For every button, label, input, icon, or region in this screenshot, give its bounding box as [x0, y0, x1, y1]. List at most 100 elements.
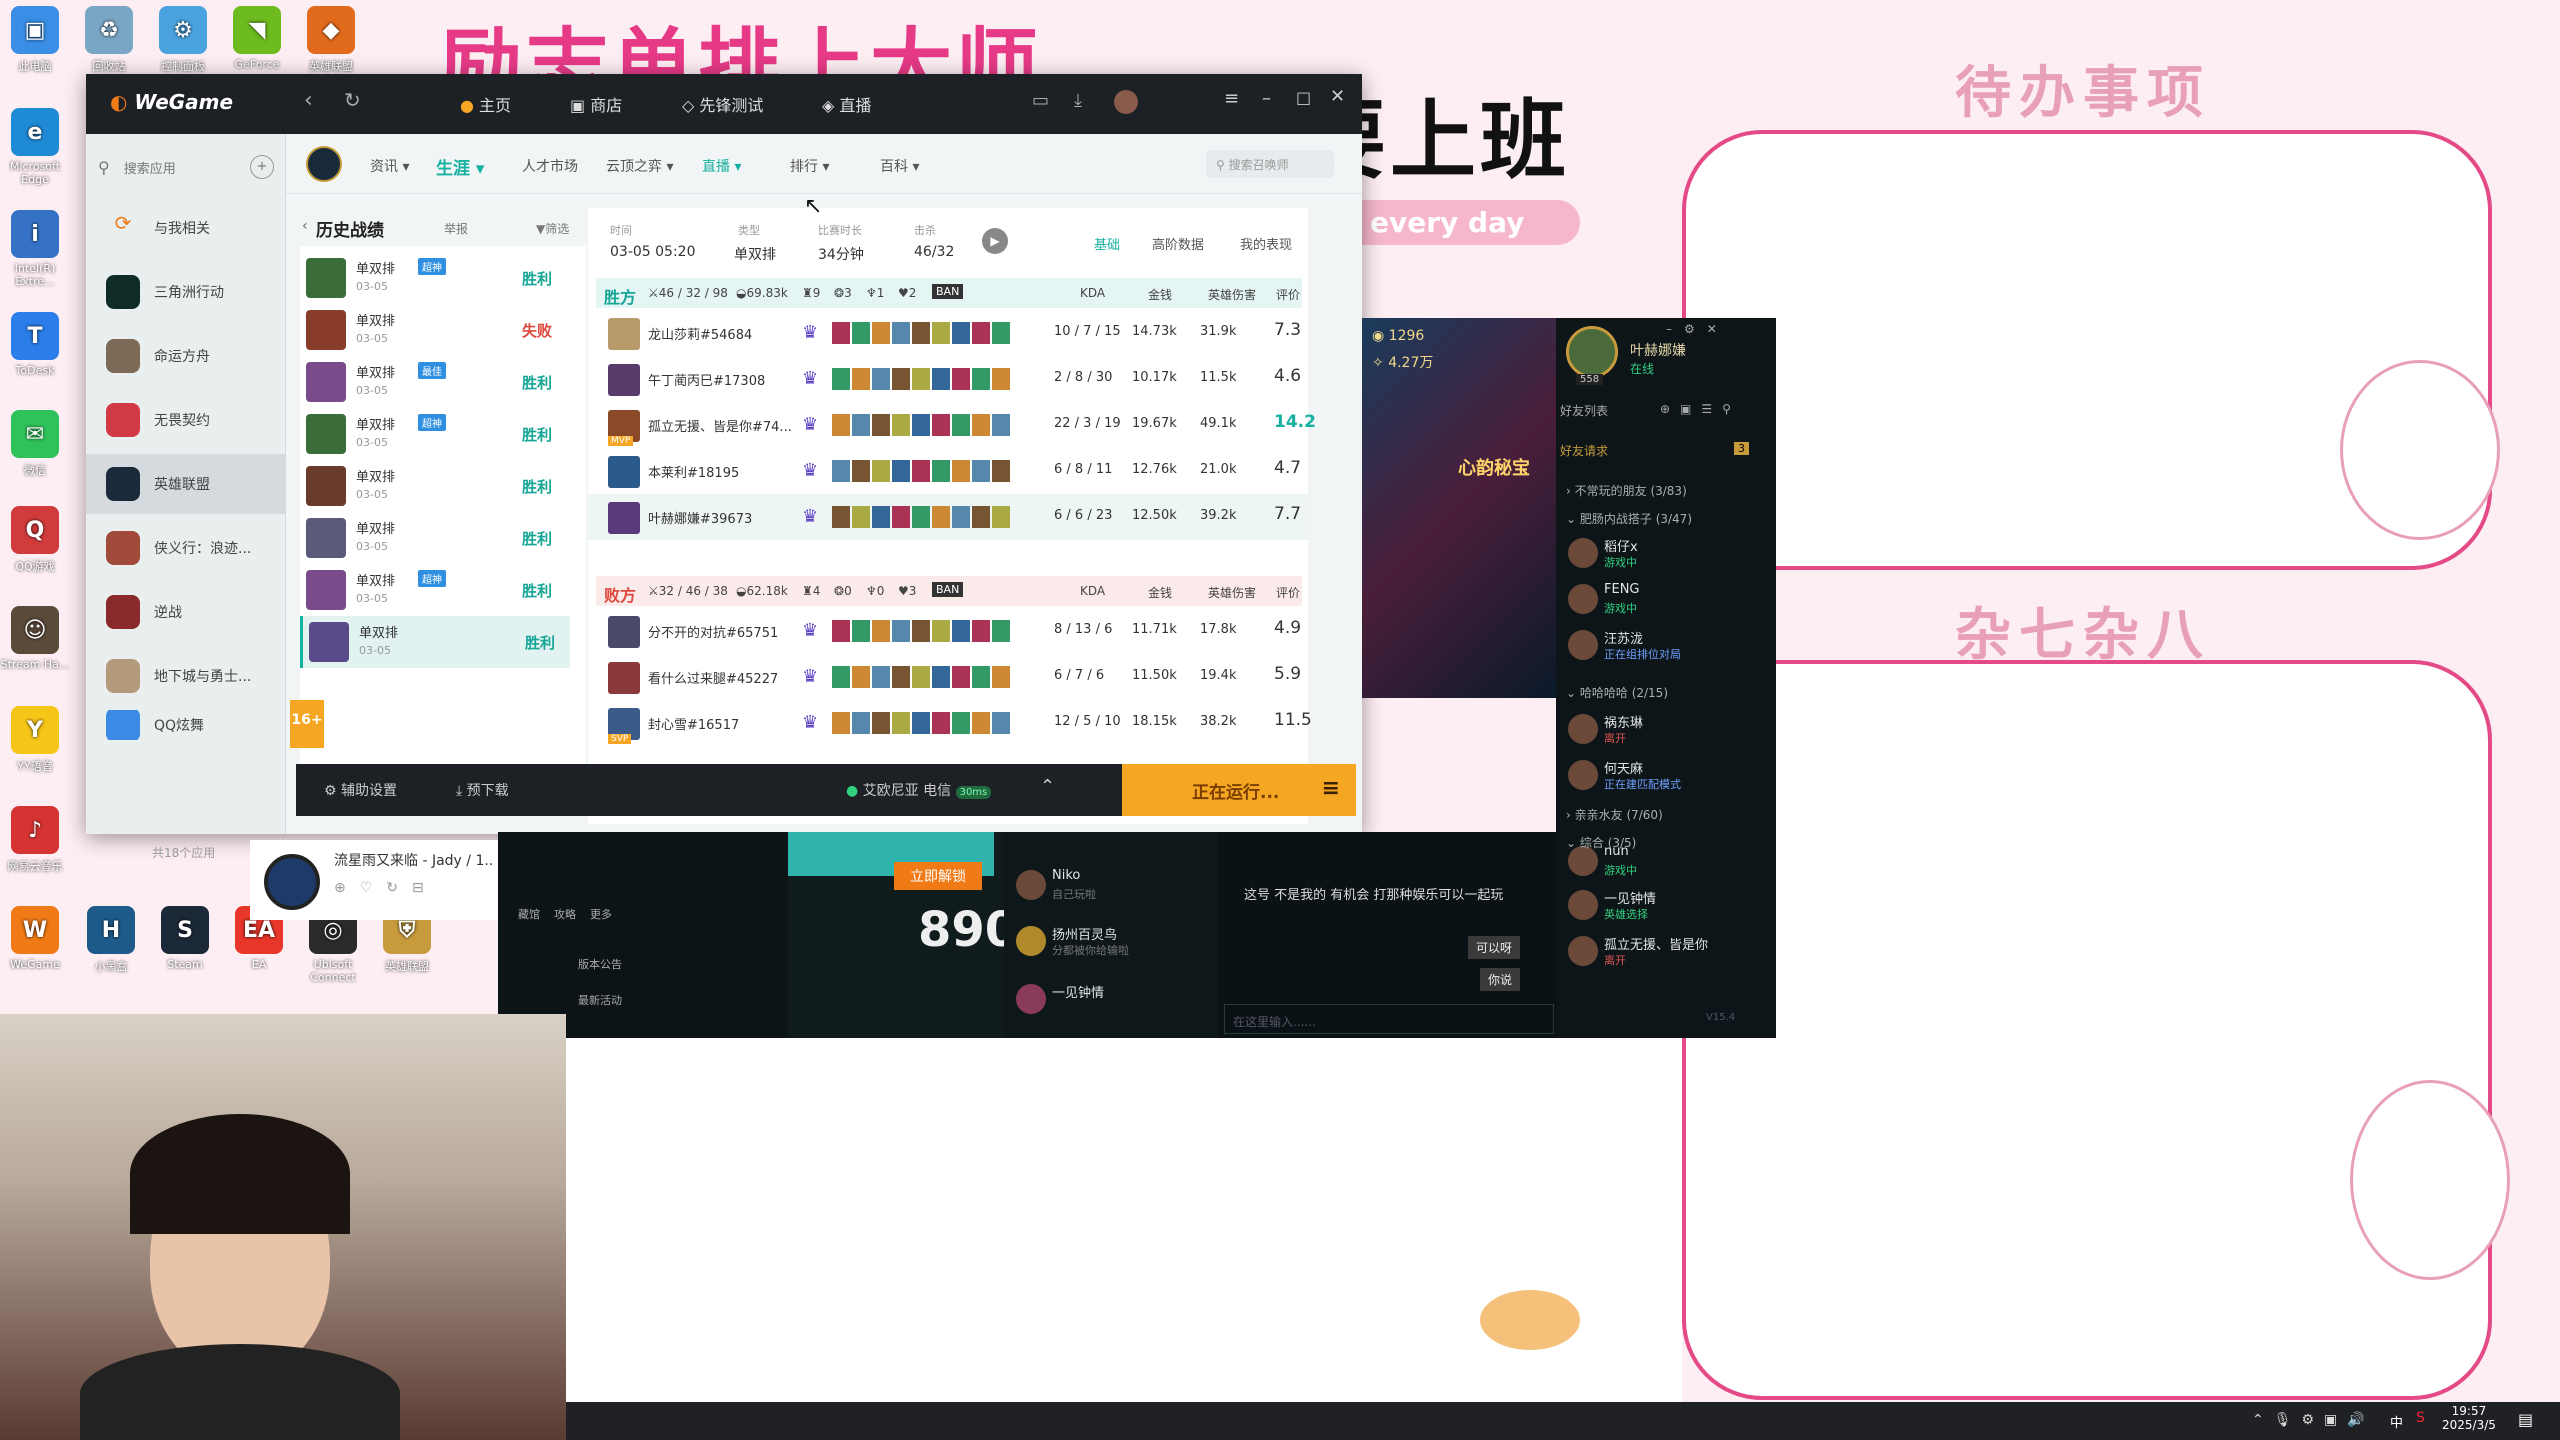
profile-avatar[interactable]	[1566, 326, 1618, 378]
nav-pioneer[interactable]: ◇ 先锋测试	[682, 92, 763, 116]
chat-input[interactable]: 在这里输入......	[1224, 1004, 1554, 1034]
friend-row[interactable]: 汪苏泷 正在组排位对局	[1564, 624, 1774, 668]
summoner-search-input[interactable]: ⚲ 搜索召唤师	[1206, 150, 1334, 178]
desktop-icon-yy[interactable]: Y YY语音	[0, 706, 70, 774]
filter-button[interactable]: ▼筛选	[536, 220, 569, 237]
window-controls[interactable]: –⚙✕	[1666, 322, 1729, 336]
sidebar-item-dnf[interactable]: 地下城与勇士...	[86, 646, 286, 706]
desktop-icon-recycle[interactable]: ♻ 回收站	[74, 6, 144, 74]
player-row[interactable]: 本莱利#18195 ♛ 6 / 8 / 11 12.76k 21.0k 4.7	[588, 448, 1308, 494]
music-controls[interactable]: ⊕♡↻⊟	[334, 880, 438, 896]
unlock-button[interactable]: 立即解锁	[894, 862, 982, 890]
desktop-icon-computer[interactable]: ▣ 此电脑	[0, 6, 70, 74]
tab-performance[interactable]: 我的表现	[1240, 234, 1292, 253]
history-row[interactable]: 单双排 03-05 最佳 胜利	[300, 356, 570, 408]
history-row[interactable]: 单双排 03-05 胜利	[300, 616, 570, 668]
subnav-talent[interactable]: 人才市场	[522, 156, 578, 176]
system-tray[interactable]: ⌃🎙⚙▣🔊	[2252, 1412, 2375, 1428]
win-ban-badge[interactable]: BAN	[932, 284, 964, 299]
sidebar-item-qqdance[interactable]: QQ炫舞	[86, 710, 286, 740]
notification-icon[interactable]: ▤	[2518, 1410, 2533, 1429]
desktop-icon-netease-music[interactable]: ♪ 网易云音乐	[0, 806, 70, 874]
collapse-icon[interactable]: ‹	[302, 218, 308, 234]
player-row[interactable]: 封心雪#16517 SVP ♛ 12 / 5 / 10 18.15k 38.2k…	[588, 700, 1312, 746]
nav-home[interactable]: ● 主页	[460, 92, 511, 116]
player-row[interactable]: 午丁蔺丙巳#17308 ♛ 2 / 8 / 30 10.17k 11.5k 4.…	[588, 356, 1308, 402]
chevron-up-icon[interactable]: ⌃	[1040, 776, 1055, 797]
tab-basic[interactable]: 基础	[1094, 234, 1120, 253]
friend-requests[interactable]: 好友请求	[1560, 442, 1608, 459]
menu-icon[interactable]: ≡	[1224, 88, 1239, 109]
desktop-icon-wechat[interactable]: ✉ 微信	[0, 410, 70, 478]
desktop-icon-edge[interactable]: e Microsoft Edge	[0, 108, 70, 186]
history-row[interactable]: 单双排 03-05 超神 胜利	[300, 408, 570, 460]
nav-live[interactable]: ◈ 直播	[822, 92, 871, 116]
player-row[interactable]: 分不开的对抗#65751 ♛ 8 / 13 / 6 11.71k 17.8k 4…	[588, 608, 1308, 654]
desktop-icon-todesk[interactable]: T ToDesk	[0, 312, 70, 377]
sidebar-item-xiayi[interactable]: 侠义行：浪迹...	[86, 518, 286, 578]
history-row[interactable]: 单双排 03-05 胜利	[300, 512, 570, 564]
desktop-icon-steam[interactable]: S Steam	[150, 906, 220, 971]
player-row[interactable]: 孤立无援、皆是你#74... MVP ♛ 22 / 3 / 19 19.67k …	[588, 402, 1316, 448]
friend-group[interactable]: › 亲亲水友 (7/60)	[1566, 806, 1663, 823]
desktop-icon-intel[interactable]: i Intel(R) Extre...	[0, 210, 70, 288]
friend-row[interactable]: 稻仔x 游戏中	[1564, 532, 1774, 576]
sidebar-item-lol[interactable]: 英雄联盟	[86, 454, 286, 514]
history-row[interactable]: 单双排 03-05 超神 胜利	[300, 252, 570, 304]
server-select[interactable]: ● 艾欧尼亚 电信 30ms	[846, 780, 992, 800]
history-row[interactable]: 单双排 03-05 失败	[300, 304, 570, 356]
clock[interactable]: 19:57 2025/3/5	[2442, 1404, 2496, 1432]
friend-row[interactable]: 何天麻 正在建匹配模式	[1564, 754, 1774, 798]
report-link[interactable]: 举报	[444, 220, 468, 237]
ime-indicator[interactable]: 中	[2390, 1412, 2403, 1431]
close-icon[interactable]: ✕	[1330, 86, 1345, 107]
refresh-icon[interactable]: ↻	[344, 88, 361, 112]
replay-play-icon[interactable]: ▶	[982, 228, 1008, 254]
desktop-icon-xiaoheihe[interactable]: H 小黑盒	[76, 906, 146, 974]
sidebar-item-delta[interactable]: 三角洲行动	[86, 262, 286, 322]
promo-banner-title[interactable]: 心韵秘宝	[1458, 454, 1530, 480]
add-app-icon[interactable]: +	[250, 155, 274, 179]
menu-icon[interactable]: ≡	[1322, 776, 1340, 801]
back-icon[interactable]: ‹	[304, 88, 313, 113]
sidebar-item-lostark[interactable]: 命运方舟	[86, 326, 286, 386]
player-row[interactable]: 龙山莎莉#54684 ♛ 10 / 7 / 15 14.73k 31.9k 7.…	[588, 310, 1308, 356]
desktop-icon-geforce[interactable]: ◥ GeForce	[222, 6, 292, 71]
history-row[interactable]: 单双排 03-05 胜利	[300, 460, 570, 512]
lose-ban-badge[interactable]: BAN	[932, 582, 964, 597]
search-apps[interactable]: ⚲ 搜索应用 +	[98, 152, 274, 182]
subnav-live[interactable]: 直播 ▾	[702, 156, 741, 176]
player-status[interactable]: 在线	[1630, 360, 1654, 377]
download-icon[interactable]: ⤓	[1074, 90, 1082, 111]
events-link[interactable]: 最新活动	[578, 992, 622, 1008]
subnav-tft[interactable]: 云顶之弈 ▾	[606, 156, 673, 176]
desktop-icon-lol[interactable]: ◆ 英雄联盟	[296, 6, 366, 74]
patch-notes-link[interactable]: 版本公告	[578, 956, 622, 972]
desktop-icon-control[interactable]: ⚙ 控制面板	[148, 6, 218, 74]
desktop-icon-streamhelper[interactable]: ☺ Stream Ha...	[0, 606, 70, 671]
predownload-button[interactable]: ⤓ 预下载	[456, 780, 509, 800]
friend-group[interactable]: ⌄ 肥肠内战搭子 (3/47)	[1566, 510, 1692, 527]
desktop-icon-wegame[interactable]: W WeGame	[0, 906, 70, 971]
assist-settings-button[interactable]: ⚙ 辅助设置	[324, 780, 397, 800]
friend-group[interactable]: ⌄ 综合 (3/5)	[1566, 834, 1636, 851]
sidebar-item-related[interactable]: ⟳ 与我相关	[86, 198, 286, 258]
history-row[interactable]: 单双排 03-05 超神 胜利	[300, 564, 570, 616]
friend-row[interactable]: 祸东琳 离开	[1564, 708, 1774, 752]
chat-friend-row[interactable]: 扬州百灵鸟 分都被你给输啦	[1012, 920, 1222, 964]
subnav-career[interactable]: 生涯 ▾	[436, 154, 484, 179]
running-button[interactable]: 正在运行... ≡	[1122, 764, 1356, 816]
tab-advanced[interactable]: 高阶数据	[1152, 234, 1204, 253]
folder-icon[interactable]: ▭	[1032, 90, 1049, 111]
player-row[interactable]: 叶赫娜嫌#39673 ♛ 6 / 6 / 23 12.50k 39.2k 7.7	[588, 494, 1308, 540]
desktop-icon-qqgame[interactable]: Q QQ游戏	[0, 506, 70, 574]
subnav-rank[interactable]: 排行 ▾	[790, 156, 829, 176]
friend-row[interactable]: 一见钟情 英雄选择	[1564, 884, 1774, 928]
sidebar-item-valorant[interactable]: 无畏契约	[86, 390, 286, 450]
friend-list-tools[interactable]: ⊕▣☰⚲	[1660, 402, 1741, 416]
maximize-icon[interactable]: □	[1296, 88, 1311, 107]
friend-group[interactable]: › 不常玩的朋友 (3/83)	[1566, 482, 1687, 499]
subnav-wiki[interactable]: 百科 ▾	[880, 156, 919, 176]
sogou-icon[interactable]: S	[2416, 1410, 2425, 1426]
subnav-news[interactable]: 资讯 ▾	[370, 156, 409, 176]
